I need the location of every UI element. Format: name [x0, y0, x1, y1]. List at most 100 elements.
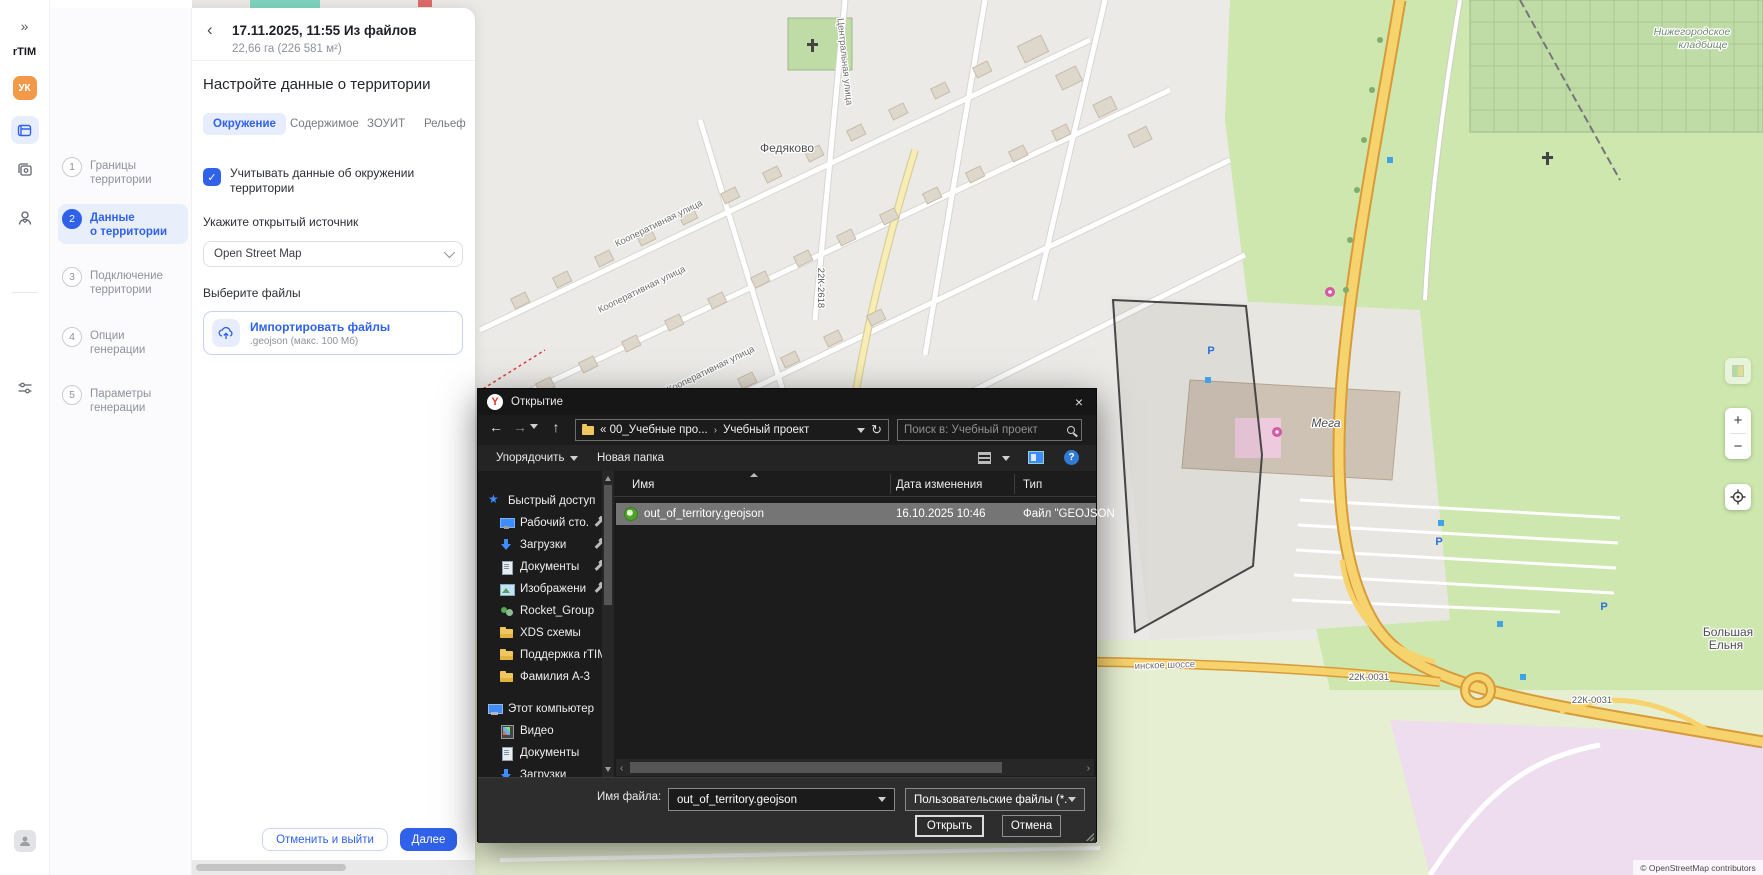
- address-dropdown-icon[interactable]: [857, 428, 865, 433]
- map-ref-22k0031-b: 22К-0031: [1572, 695, 1612, 706]
- resize-grip[interactable]: [1086, 833, 1094, 841]
- panel-scrollbar[interactable]: [192, 860, 475, 875]
- map-poi-red: [418, 0, 432, 7]
- view-mode-dropdown[interactable]: [1002, 456, 1010, 461]
- dialog-bottom-pane: Имя файла: out_of_territory.geojson Поль…: [478, 777, 1096, 843]
- step-4-number: 4: [62, 327, 82, 347]
- step-3-territory-connection[interactable]: 3 Подключение территории: [58, 262, 188, 302]
- search-icon: [1067, 426, 1075, 434]
- column-divider[interactable]: [890, 474, 891, 494]
- close-icon[interactable]: ×: [1062, 389, 1096, 415]
- view-mode-icon[interactable]: [978, 452, 991, 464]
- preview-pane-icon[interactable]: [1028, 451, 1044, 464]
- territory-area: 22,66 га (226 581 м²): [232, 43, 342, 55]
- library-nav-button[interactable]: [17, 162, 33, 183]
- sidebar-item-support[interactable]: Поддержка rTIM: [478, 645, 602, 665]
- surroundings-checkbox[interactable]: ✓: [203, 168, 221, 186]
- sidebar-item-videos[interactable]: Видео: [478, 721, 602, 741]
- sidebar-scrollbar[interactable]: [602, 471, 614, 777]
- address-bar[interactable]: « 00_Учебные про... › Учебный проект ↻: [575, 419, 889, 441]
- users-nav-button[interactable]: [17, 210, 33, 232]
- sidebar-scrollbar-thumb[interactable]: [604, 485, 612, 605]
- filename-combobox[interactable]: out_of_territory.geojson: [668, 788, 895, 811]
- sidebar-item-documents-2[interactable]: Документы: [478, 743, 602, 763]
- step-4-label: Опции генерации: [90, 327, 145, 357]
- dialog-titlebar[interactable]: Y Открытие ×: [478, 389, 1096, 415]
- tab-relief[interactable]: Рельеф: [414, 113, 476, 135]
- rail-divider: [12, 292, 38, 293]
- user-avatar[interactable]: УК: [13, 76, 37, 100]
- page-title: Настройте данные о территории: [203, 76, 431, 93]
- sidebar-label: Этот компьютер: [508, 703, 594, 715]
- hscrollbar-thumb[interactable]: [630, 762, 1002, 773]
- map-attribution[interactable]: © OpenStreetMap contributors: [1633, 860, 1763, 875]
- column-header-type[interactable]: Тип: [1023, 479, 1042, 491]
- project-folder-icon: [17, 123, 32, 138]
- sidebar-item-rocket-group[interactable]: Rocket_Group: [478, 601, 602, 621]
- document-icon: [500, 561, 514, 573]
- profile-avatar-button[interactable]: [14, 830, 36, 852]
- map-ref-22k2618: 22К-2618: [815, 268, 826, 308]
- chevron-down-icon: [1068, 797, 1076, 802]
- open-button[interactable]: Открыть: [915, 815, 984, 837]
- cancel-button[interactable]: Отмена: [1002, 815, 1061, 837]
- dialog-sidebar: Быстрый доступ Рабочий сто. Загрузки Док…: [478, 471, 602, 777]
- refresh-icon[interactable]: ↻: [871, 422, 882, 438]
- help-icon[interactable]: ?: [1064, 450, 1079, 465]
- nav-back-button[interactable]: ←: [486, 419, 506, 435]
- import-files-dropzone[interactable]: Импортировать файлы .geojson (макс. 100 …: [203, 311, 463, 355]
- file-row-selected[interactable]: out_of_territory.geojson 16.10.2025 10:4…: [616, 503, 1096, 525]
- step-4-generation-options[interactable]: 4 Опции генерации: [58, 322, 188, 362]
- sidebar-label: Загрузки: [520, 539, 566, 551]
- breadcrumb-current[interactable]: Учебный проект: [723, 424, 809, 436]
- yandex-browser-icon: Y: [487, 394, 503, 410]
- tab-soderzhimoe[interactable]: Содержимое: [280, 113, 369, 135]
- cancel-exit-button[interactable]: Отменить и выйти: [262, 828, 388, 851]
- open-source-select[interactable]: Open Street Map: [203, 241, 463, 267]
- projects-nav-button[interactable]: [11, 116, 39, 144]
- back-button[interactable]: ‹: [207, 20, 213, 40]
- organize-menu-button[interactable]: Упорядочить: [496, 452, 578, 464]
- sidebar-item-pictures[interactable]: Изображени: [478, 579, 602, 599]
- scroll-left-icon[interactable]: ‹: [620, 763, 623, 774]
- crosshair-icon: [1730, 489, 1746, 505]
- layers-button[interactable]: [1725, 358, 1751, 384]
- next-button[interactable]: Далее: [400, 828, 457, 851]
- sidebar-item-desktop[interactable]: Рабочий сто.: [478, 513, 602, 533]
- new-folder-button[interactable]: Новая папка: [597, 452, 664, 464]
- file-list-hscrollbar[interactable]: ‹ ›: [616, 759, 1094, 776]
- panel-scrollbar-thumb[interactable]: [196, 864, 346, 871]
- sidebar-item-documents[interactable]: Документы: [478, 557, 602, 577]
- zoom-in-button[interactable]: +: [1725, 408, 1751, 433]
- collapse-sidebar-button[interactable]: »: [21, 18, 29, 34]
- step-3-label: Подключение территории: [90, 267, 163, 297]
- nav-up-button[interactable]: ↑: [546, 419, 566, 435]
- sidebar-item-this-pc[interactable]: Этот компьютер: [478, 699, 602, 719]
- step-5-generation-params[interactable]: 5 Параметры генерации: [58, 380, 188, 420]
- sidebar-item-familia[interactable]: Фамилия А-3: [478, 667, 602, 687]
- settings-nav-button[interactable]: [16, 380, 33, 402]
- scroll-right-icon[interactable]: ›: [1087, 763, 1090, 774]
- map-parking-p2: P: [1435, 536, 1442, 548]
- sidebar-item-quick-access[interactable]: Быстрый доступ: [478, 491, 602, 511]
- sidebar-item-downloads[interactable]: Загрузки: [478, 535, 602, 555]
- filetype-combobox[interactable]: Пользовательские файлы (*.g: [905, 788, 1085, 811]
- step-5-label: Параметры генерации: [90, 385, 151, 415]
- step-1-label: Границы территории: [90, 157, 152, 187]
- filename-label: Имя файла:: [597, 791, 661, 803]
- breadcrumb-parent[interactable]: « 00_Учебные про...: [600, 424, 708, 436]
- sidebar-item-xds[interactable]: XDS схемы: [478, 623, 602, 643]
- zoom-out-button[interactable]: −: [1725, 434, 1751, 459]
- step-1-territory-borders[interactable]: 1 Границы территории: [58, 152, 188, 192]
- search-input[interactable]: Поиск в: Учебный проект: [897, 419, 1082, 441]
- tab-okruzhenie[interactable]: Окружение: [203, 113, 286, 135]
- tab-zouit[interactable]: ЗОУИТ: [357, 113, 415, 135]
- column-header-modified[interactable]: Дата изменения: [896, 479, 982, 491]
- nav-forward-button[interactable]: →: [510, 419, 530, 435]
- column-divider[interactable]: [1014, 474, 1015, 494]
- locate-button[interactable]: [1725, 484, 1751, 510]
- column-header-name[interactable]: Имя: [632, 479, 654, 491]
- scroll-down-icon[interactable]: [605, 767, 611, 772]
- scroll-up-icon[interactable]: [605, 476, 611, 481]
- step-2-territory-data[interactable]: 2 Данные о территории: [58, 204, 188, 244]
